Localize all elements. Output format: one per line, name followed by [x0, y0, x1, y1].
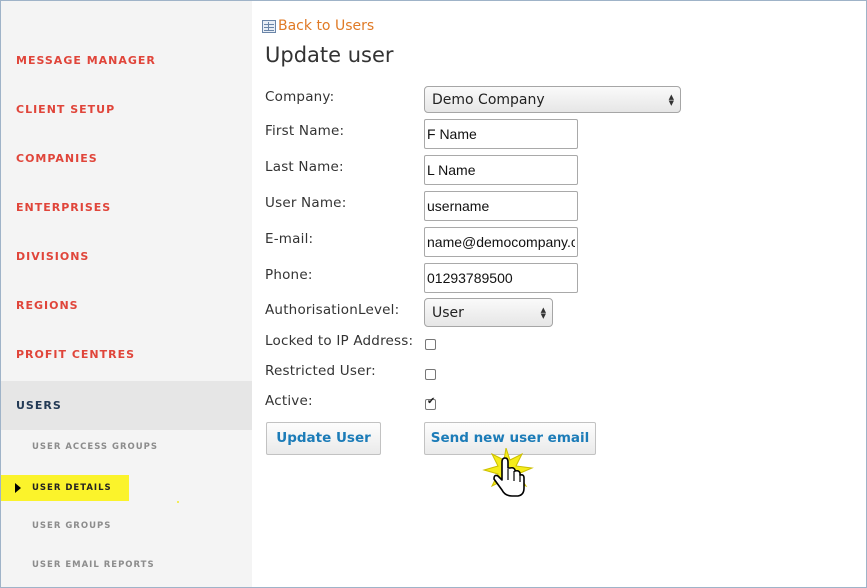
- last-name-input[interactable]: [424, 155, 578, 185]
- sidebar-subitem-user-email-reports[interactable]: USER EMAIL REPORTS: [1, 552, 155, 578]
- last-name-label: Last Name:: [265, 159, 344, 175]
- sidebar-item-divisions[interactable]: DIVISIONS: [1, 233, 252, 281]
- restricted-user-checkbox[interactable]: [425, 369, 436, 380]
- first-name-label: First Name:: [265, 123, 345, 139]
- phone-input[interactable]: [424, 263, 578, 293]
- sidebar-item-client-setup[interactable]: CLIENT SETUP: [1, 86, 252, 134]
- page-title: Update user: [265, 43, 394, 67]
- highlight-speck: [177, 501, 179, 503]
- sidebar-item-enterprises[interactable]: ENTERPRISES: [1, 184, 252, 232]
- auth-level-select-value: User: [432, 304, 464, 321]
- list-icon: [262, 19, 276, 33]
- restricted-user-label: Restricted User:: [265, 363, 376, 379]
- user-name-input[interactable]: [424, 191, 578, 221]
- up-down-arrows-icon: ▲ ▼: [540, 305, 546, 320]
- auth-level-select[interactable]: User ▲ ▼: [424, 298, 553, 327]
- sidebar-subitem-user-groups[interactable]: USER GROUPS: [1, 513, 111, 539]
- company-select[interactable]: Demo Company ▲ ▼: [424, 86, 681, 113]
- hand-pointer-icon: [482, 448, 534, 497]
- first-name-input[interactable]: [424, 119, 578, 149]
- up-down-arrows-icon: ▲ ▼: [668, 92, 674, 107]
- back-to-users-link[interactable]: Back to Users: [262, 17, 374, 35]
- back-link-label: Back to Users: [278, 18, 375, 34]
- sidebar-subitem-label: USER DETAILS: [32, 483, 112, 493]
- sidebar-subitem-user-details[interactable]: USER DETAILS: [1, 475, 129, 501]
- locked-ip-checkbox[interactable]: [425, 339, 436, 350]
- user-name-label: User Name:: [265, 195, 347, 211]
- locked-ip-label: Locked to IP Address:: [265, 333, 414, 349]
- triangle-right-icon: [15, 483, 21, 493]
- sidebar-item-regions[interactable]: REGIONS: [1, 282, 252, 330]
- sidebar-item-profit-centres[interactable]: PROFIT CENTRES: [1, 331, 252, 379]
- email-label: E-mail:: [265, 231, 314, 247]
- sidebar: MESSAGE MANAGER CLIENT SETUP COMPANIES E…: [1, 1, 252, 587]
- sidebar-item-companies[interactable]: COMPANIES: [1, 135, 252, 183]
- company-label: Company:: [265, 89, 335, 105]
- active-checkbox[interactable]: ✔: [425, 396, 436, 410]
- phone-label: Phone:: [265, 267, 313, 283]
- active-label: Active:: [265, 393, 313, 409]
- sidebar-subitem-user-access-groups[interactable]: USER ACCESS GROUPS: [1, 434, 158, 460]
- sidebar-item-message-manager[interactable]: MESSAGE MANAGER: [1, 37, 252, 85]
- company-select-value: Demo Company: [432, 91, 545, 108]
- auth-level-label: AuthorisationLevel:: [265, 302, 400, 318]
- sidebar-item-users[interactable]: USERS: [1, 381, 252, 430]
- email-input[interactable]: [424, 227, 578, 257]
- update-user-button[interactable]: Update User: [266, 422, 381, 455]
- checkmark-icon: ✔: [427, 396, 436, 407]
